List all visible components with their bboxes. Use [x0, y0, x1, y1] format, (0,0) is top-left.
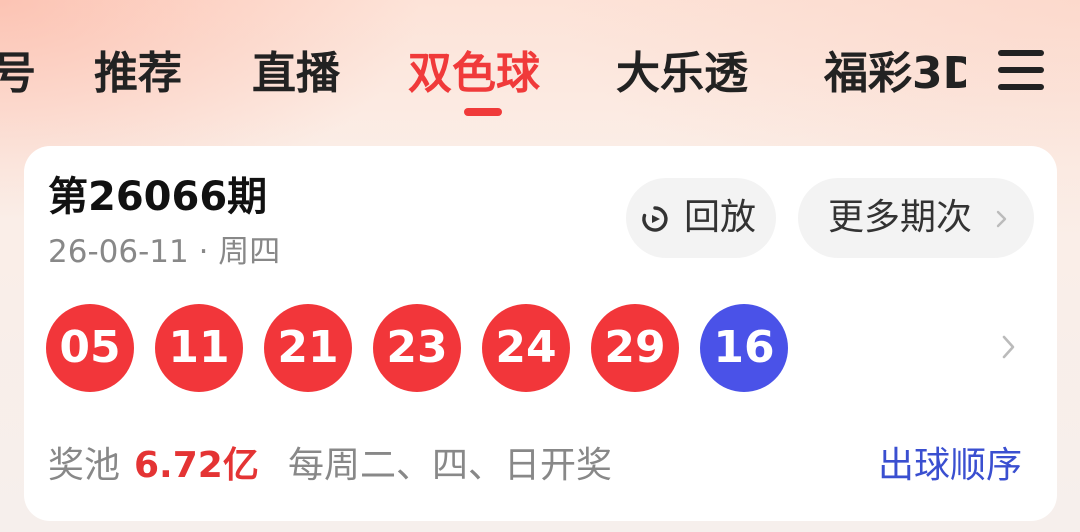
prize-pool-label: 奖池	[48, 445, 121, 486]
more-issues-label: 更多期次	[828, 197, 973, 238]
replay-label: 回放	[684, 197, 757, 238]
blue-ball: 16	[700, 304, 788, 392]
red-ball: 05	[46, 304, 134, 392]
replay-button[interactable]: 回放	[626, 178, 776, 258]
red-ball: 24	[482, 304, 570, 392]
chevron-right-icon[interactable]	[1000, 332, 1018, 362]
tab-recommend[interactable]: 推荐	[94, 44, 182, 104]
chevron-right-icon	[996, 210, 1007, 228]
prize-pool-amount: 6.72亿	[134, 445, 259, 486]
tab-daletou[interactable]: 大乐透	[616, 44, 748, 104]
replay-icon	[642, 206, 668, 232]
issue-title: 第26066期	[48, 174, 268, 220]
draw-schedule: 每周二、四、日开奖	[288, 445, 613, 486]
tab-partial-previous[interactable]: 号	[0, 44, 36, 104]
active-tab-indicator	[464, 108, 502, 116]
lottery-tab-bar: 号 推荐 直播 双色球 大乐透 福彩3D	[0, 0, 980, 140]
issue-date: 26-06-11 · 周四	[48, 234, 281, 270]
red-ball: 11	[155, 304, 243, 392]
red-ball: 29	[591, 304, 679, 392]
tab-shuangseqiu[interactable]: 双色球	[408, 44, 540, 104]
more-issues-button[interactable]: 更多期次	[798, 178, 1034, 258]
red-ball: 21	[264, 304, 352, 392]
tab-live[interactable]: 直播	[252, 44, 340, 104]
red-ball: 23	[373, 304, 461, 392]
draw-result-card[interactable]: 第26066期 26-06-11 · 周四 回放 更多期次 05 11 21 2…	[24, 146, 1057, 521]
tab-fucai-3d[interactable]: 福彩3D	[824, 44, 966, 104]
tab-overflow-clip: 福彩3D	[824, 0, 966, 140]
hamburger-menu-icon[interactable]	[996, 48, 1048, 94]
ball-order-link[interactable]: 出球顺序	[878, 442, 1022, 490]
